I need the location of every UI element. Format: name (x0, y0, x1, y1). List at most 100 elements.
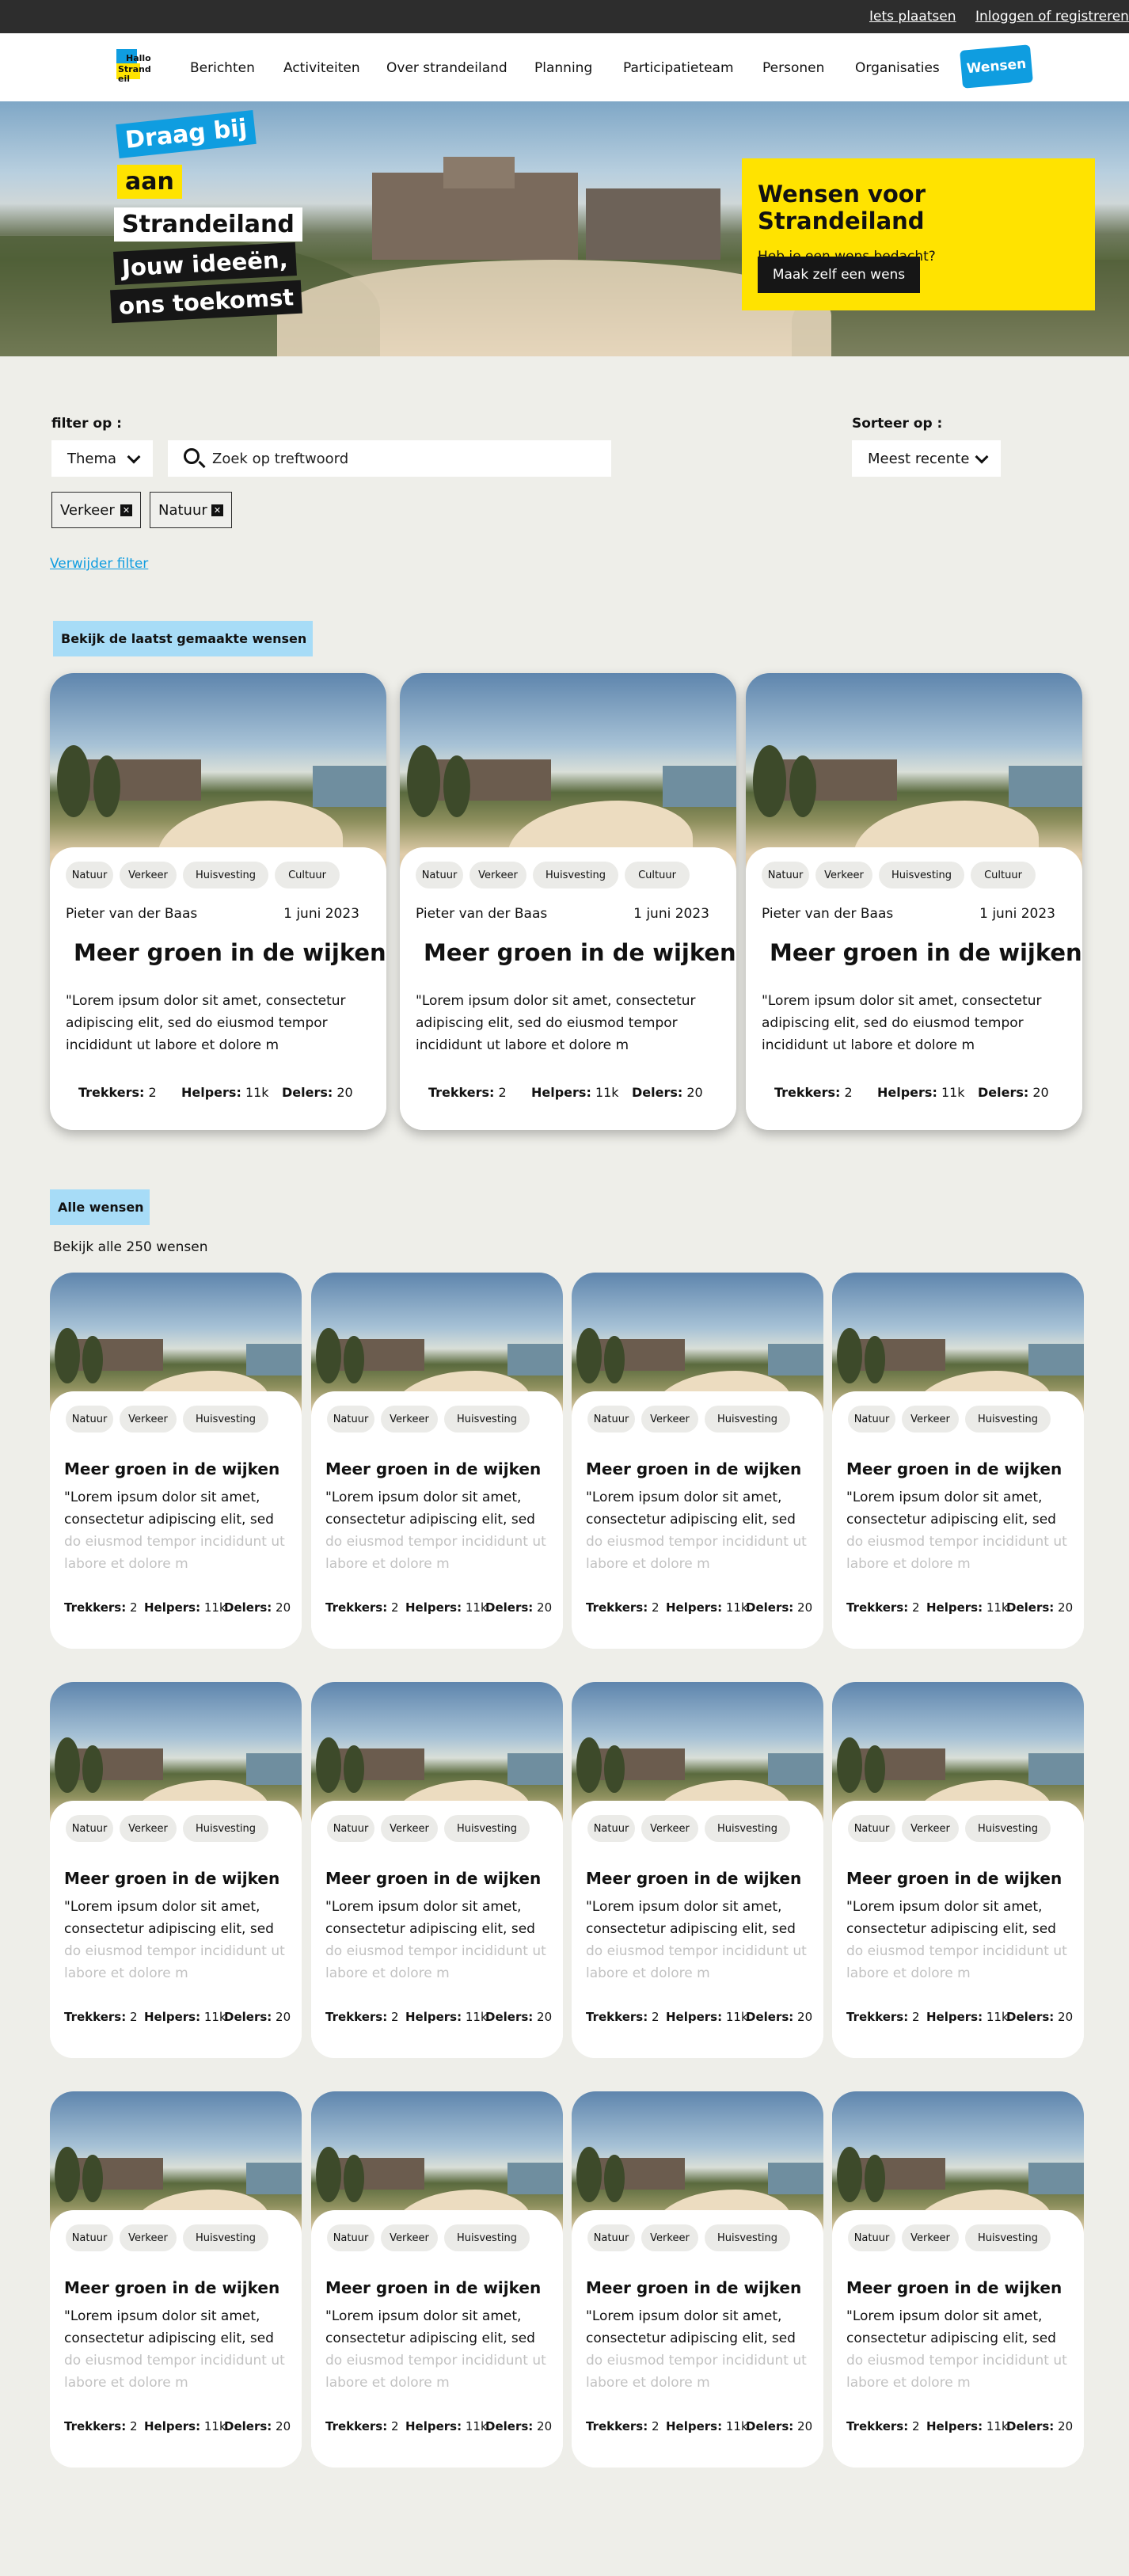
tag-pill[interactable]: Verkeer (120, 1406, 177, 1433)
nav-item-organisaties[interactable]: Organisaties (855, 60, 940, 76)
tag-pill[interactable]: Natuur (848, 1406, 895, 1433)
tag-pill[interactable]: Verkeer (381, 1815, 438, 1842)
tag-pill[interactable]: Verkeer (902, 1815, 959, 1842)
tag-pill[interactable]: Natuur (66, 862, 113, 888)
wish-card[interactable]: Natuur Verkeer Huisvesting Meer groen in d… (50, 1273, 302, 1649)
tag-pill[interactable]: Natuur (587, 1406, 635, 1433)
tag-pill[interactable]: Huisvesting (444, 2224, 530, 2251)
filter-chip-verkeer[interactable]: Verkeer ✕ (51, 492, 141, 528)
tag-pill[interactable]: Huisvesting (444, 1815, 530, 1842)
nav-item-personen[interactable]: Personen (762, 60, 824, 76)
filter-chip-natuur[interactable]: Natuur ✕ (150, 492, 232, 528)
remove-filter-link[interactable]: Verwijder filter (50, 556, 148, 572)
wish-title[interactable]: Meer groen in de wijken (586, 1459, 801, 1478)
wish-title[interactable]: Meer groen in de wijken (64, 2278, 279, 2297)
stats-delers: Delers: 20 (632, 1085, 703, 1100)
tag-pill[interactable]: Verkeer (815, 862, 872, 888)
tag-pill[interactable]: Verkeer (120, 862, 177, 888)
wish-card[interactable]: Natuur Verkeer Huisvesting Meer groen in d… (832, 1273, 1084, 1649)
tag-pill[interactable]: Verkeer (641, 1815, 698, 1842)
tag-pill[interactable]: Cultuur (625, 862, 690, 888)
tag-pill[interactable]: Natuur (66, 2224, 113, 2251)
wish-title[interactable]: Meer groen in de wijken (586, 1869, 801, 1888)
nav-item-berichten[interactable]: Berichten (190, 60, 255, 76)
make-wish-button[interactable]: Maak zelf een wens (758, 257, 920, 293)
nav-item-planning[interactable]: Planning (534, 60, 592, 76)
nav-item-over-strandeiland[interactable]: Over strandeiland (386, 60, 507, 76)
nav-item-activiteiten[interactable]: Activiteiten (283, 60, 360, 76)
tag-pill[interactable]: Huisvesting (705, 1815, 790, 1842)
wish-card[interactable]: Natuur Verkeer Huisvesting Meer groen in d… (311, 2091, 563, 2468)
wish-card[interactable]: Natuur Verkeer Huisvesting Meer groen in d… (572, 2091, 823, 2468)
featured-wish-card[interactable]: Natuur Verkeer Huisvesting Cultuur Pieter v… (746, 673, 1082, 1130)
nav-item-participatieteam[interactable]: Participatieteam (623, 60, 734, 76)
wish-title[interactable]: Meer groen in de wijken (424, 939, 736, 966)
tag-pill[interactable]: Cultuur (971, 862, 1036, 888)
wish-title[interactable]: Meer groen in de wijken (64, 1869, 279, 1888)
wish-title[interactable]: Meer groen in de wijken (846, 2278, 1062, 2297)
wish-card[interactable]: Natuur Verkeer Huisvesting Meer groen in d… (832, 1682, 1084, 2058)
tag-pill[interactable]: Natuur (327, 1406, 374, 1433)
search-input[interactable]: Zoek op treftwoord (168, 440, 611, 477)
tag-pill[interactable]: Verkeer (641, 1406, 698, 1433)
tag-pill[interactable]: Natuur (587, 2224, 635, 2251)
tag-pill[interactable]: Verkeer (902, 2224, 959, 2251)
wish-title[interactable]: Meer groen in de wijken (325, 1459, 541, 1478)
tag-pill[interactable]: Natuur (848, 2224, 895, 2251)
tag-pill[interactable]: Verkeer (902, 1406, 959, 1433)
tag-pill[interactable]: Verkeer (120, 1815, 177, 1842)
wish-card[interactable]: Natuur Verkeer Huisvesting Meer groen in d… (311, 1682, 563, 2058)
wish-title[interactable]: Meer groen in de wijken (586, 2278, 801, 2297)
wish-card[interactable]: Natuur Verkeer Huisvesting Meer groen in d… (832, 2091, 1084, 2468)
wish-title[interactable]: Meer groen in de wijken (74, 939, 386, 966)
wish-title[interactable]: Meer groen in de wijken (64, 1459, 279, 1478)
tag-pill[interactable]: Natuur (762, 862, 809, 888)
tag-pill[interactable]: Cultuur (275, 862, 340, 888)
tag-pill[interactable]: Huisvesting (965, 2224, 1051, 2251)
tag-pill[interactable]: Huisvesting (183, 1815, 268, 1842)
tag-pill[interactable]: Huisvesting (965, 1406, 1051, 1433)
wish-card[interactable]: Natuur Verkeer Huisvesting Meer groen in d… (50, 1682, 302, 2058)
tag-pill[interactable]: Verkeer (381, 2224, 438, 2251)
post-link[interactable]: Iets plaatsen (869, 9, 956, 25)
tag-pill[interactable]: Huisvesting (444, 1406, 530, 1433)
wish-title[interactable]: Meer groen in de wijken (770, 939, 1082, 966)
tag-pill[interactable]: Huisvesting (183, 862, 268, 888)
wish-title[interactable]: Meer groen in de wijken (325, 2278, 541, 2297)
tag-pill[interactable]: Huisvesting (879, 862, 964, 888)
wish-title[interactable]: Meer groen in de wijken (846, 1869, 1062, 1888)
theme-select[interactable]: Thema (51, 440, 153, 477)
wish-title[interactable]: Meer groen in de wijken (846, 1459, 1062, 1478)
tag-pill[interactable]: Natuur (416, 862, 463, 888)
tag-pill[interactable]: Huisvesting (533, 862, 618, 888)
tag-pill[interactable]: Huisvesting (965, 1815, 1051, 1842)
nav-item-wensen[interactable]: Wensen (960, 44, 1033, 89)
wish-card[interactable]: Natuur Verkeer Huisvesting Meer groen in d… (572, 1682, 823, 2058)
tag-pill[interactable]: Natuur (587, 1815, 635, 1842)
tag-pill[interactable]: Huisvesting (705, 2224, 790, 2251)
tag-pill[interactable]: Natuur (327, 1815, 374, 1842)
sort-select[interactable]: Meest recente (852, 440, 1001, 477)
logo[interactable]: Hallo Strand eil (116, 49, 158, 84)
stats-trekkers: Trekkers: 2 (846, 2419, 920, 2433)
login-link[interactable]: Inloggen of registreren (975, 9, 1129, 25)
tag-pill[interactable]: Verkeer (120, 2224, 177, 2251)
tag-pill[interactable]: Verkeer (641, 2224, 698, 2251)
tag-pill[interactable]: Natuur (66, 1815, 113, 1842)
tag-pill[interactable]: Natuur (66, 1406, 113, 1433)
wish-card[interactable]: Natuur Verkeer Huisvesting Meer groen in d… (572, 1273, 823, 1649)
tag-pill[interactable]: Verkeer (381, 1406, 438, 1433)
tag-pill[interactable]: Huisvesting (183, 1406, 268, 1433)
wish-card[interactable]: Natuur Verkeer Huisvesting Meer groen in d… (311, 1273, 563, 1649)
close-icon[interactable]: ✕ (120, 504, 132, 516)
featured-wish-card[interactable]: Natuur Verkeer Huisvesting Cultuur Pieter v… (400, 673, 736, 1130)
tag-pill[interactable]: Huisvesting (705, 1406, 790, 1433)
tag-pill[interactable]: Natuur (848, 1815, 895, 1842)
tag-pill[interactable]: Verkeer (469, 862, 526, 888)
close-icon[interactable]: ✕ (211, 504, 223, 516)
tag-pill[interactable]: Natuur (327, 2224, 374, 2251)
wish-title[interactable]: Meer groen in de wijken (325, 1869, 541, 1888)
tag-pill[interactable]: Huisvesting (183, 2224, 268, 2251)
wish-card[interactable]: Natuur Verkeer Huisvesting Meer groen in d… (50, 2091, 302, 2468)
featured-wish-card[interactable]: Natuur Verkeer Huisvesting Cultuur Pieter v… (50, 673, 386, 1130)
